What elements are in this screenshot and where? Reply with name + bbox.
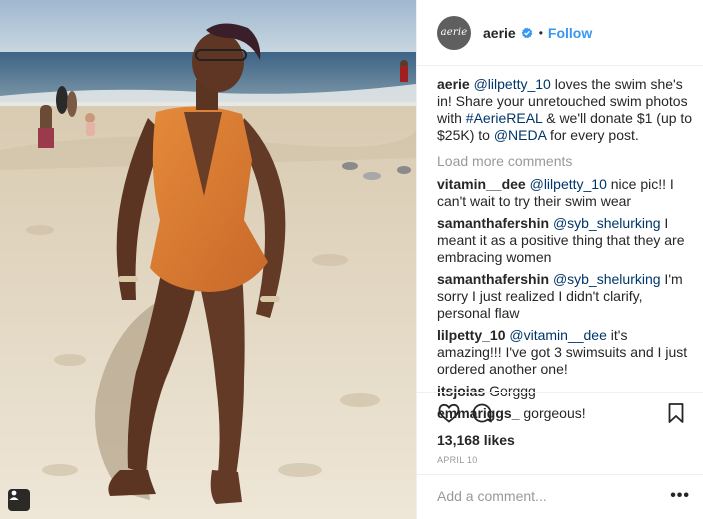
more-options-button[interactable]: ••• xyxy=(670,487,690,505)
likes-count[interactable]: 13,168 likes xyxy=(437,432,515,448)
comment-item: lilpetty_10 @vitamin__dee it's amazing!!… xyxy=(437,327,695,378)
post-photo[interactable] xyxy=(0,0,416,519)
header-separator: • xyxy=(538,25,543,40)
post-date: APRIL 10 xyxy=(437,455,478,465)
caption-text: for every post. xyxy=(546,127,639,143)
user-tag-icon[interactable] xyxy=(8,489,30,511)
comment-username[interactable]: vitamin__dee xyxy=(437,176,526,192)
account-avatar[interactable]: aerie xyxy=(437,15,471,50)
comment-username[interactable]: lilpetty_10 xyxy=(437,327,505,343)
comment-icon[interactable] xyxy=(470,401,494,425)
comment-username[interactable]: samanthafershin xyxy=(437,215,549,231)
comment-mention[interactable]: @syb_shelurking xyxy=(553,215,661,231)
follow-button[interactable]: Follow xyxy=(548,25,592,41)
comment-mention[interactable]: @syb_shelurking xyxy=(553,271,661,287)
post-actions xyxy=(417,392,703,424)
comment-item: samanthafershin @syb_shelurking I meant … xyxy=(437,215,695,266)
comments-list: aerie @lilpetty_10 loves the swim she's … xyxy=(437,76,695,427)
comment-item: vitamin__dee @lilpetty_10 nice pic!! I c… xyxy=(437,176,695,210)
comment-username[interactable]: samanthafershin xyxy=(437,271,549,287)
post-sidebar: aerie aerie • Follow aerie @lilpetty_10 … xyxy=(416,0,703,519)
add-comment-input[interactable] xyxy=(437,488,657,504)
load-more-comments[interactable]: Load more comments xyxy=(437,153,695,170)
beach-photo-illustration xyxy=(0,0,416,519)
comment-item: samanthafershin @syb_shelurking I'm sorr… xyxy=(437,271,695,322)
avatar-label: aerie xyxy=(440,27,468,38)
heart-icon[interactable] xyxy=(437,401,461,425)
account-username[interactable]: aerie xyxy=(483,25,516,41)
caption-mention[interactable]: @NEDA xyxy=(494,127,546,143)
verified-badge-icon xyxy=(521,27,533,38)
caption-hashtag[interactable]: #AerieREAL xyxy=(466,110,543,126)
post-header: aerie aerie • Follow xyxy=(417,0,703,66)
add-comment-bar: ••• xyxy=(417,474,703,519)
bookmark-icon[interactable] xyxy=(664,401,688,425)
comment-mention[interactable]: @vitamin__dee xyxy=(509,327,607,343)
comment-mention[interactable]: @lilpetty_10 xyxy=(530,176,607,192)
caption: aerie @lilpetty_10 loves the swim she's … xyxy=(437,76,695,144)
caption-username[interactable]: aerie xyxy=(437,76,470,92)
caption-mention[interactable]: @lilpetty_10 xyxy=(474,76,551,92)
